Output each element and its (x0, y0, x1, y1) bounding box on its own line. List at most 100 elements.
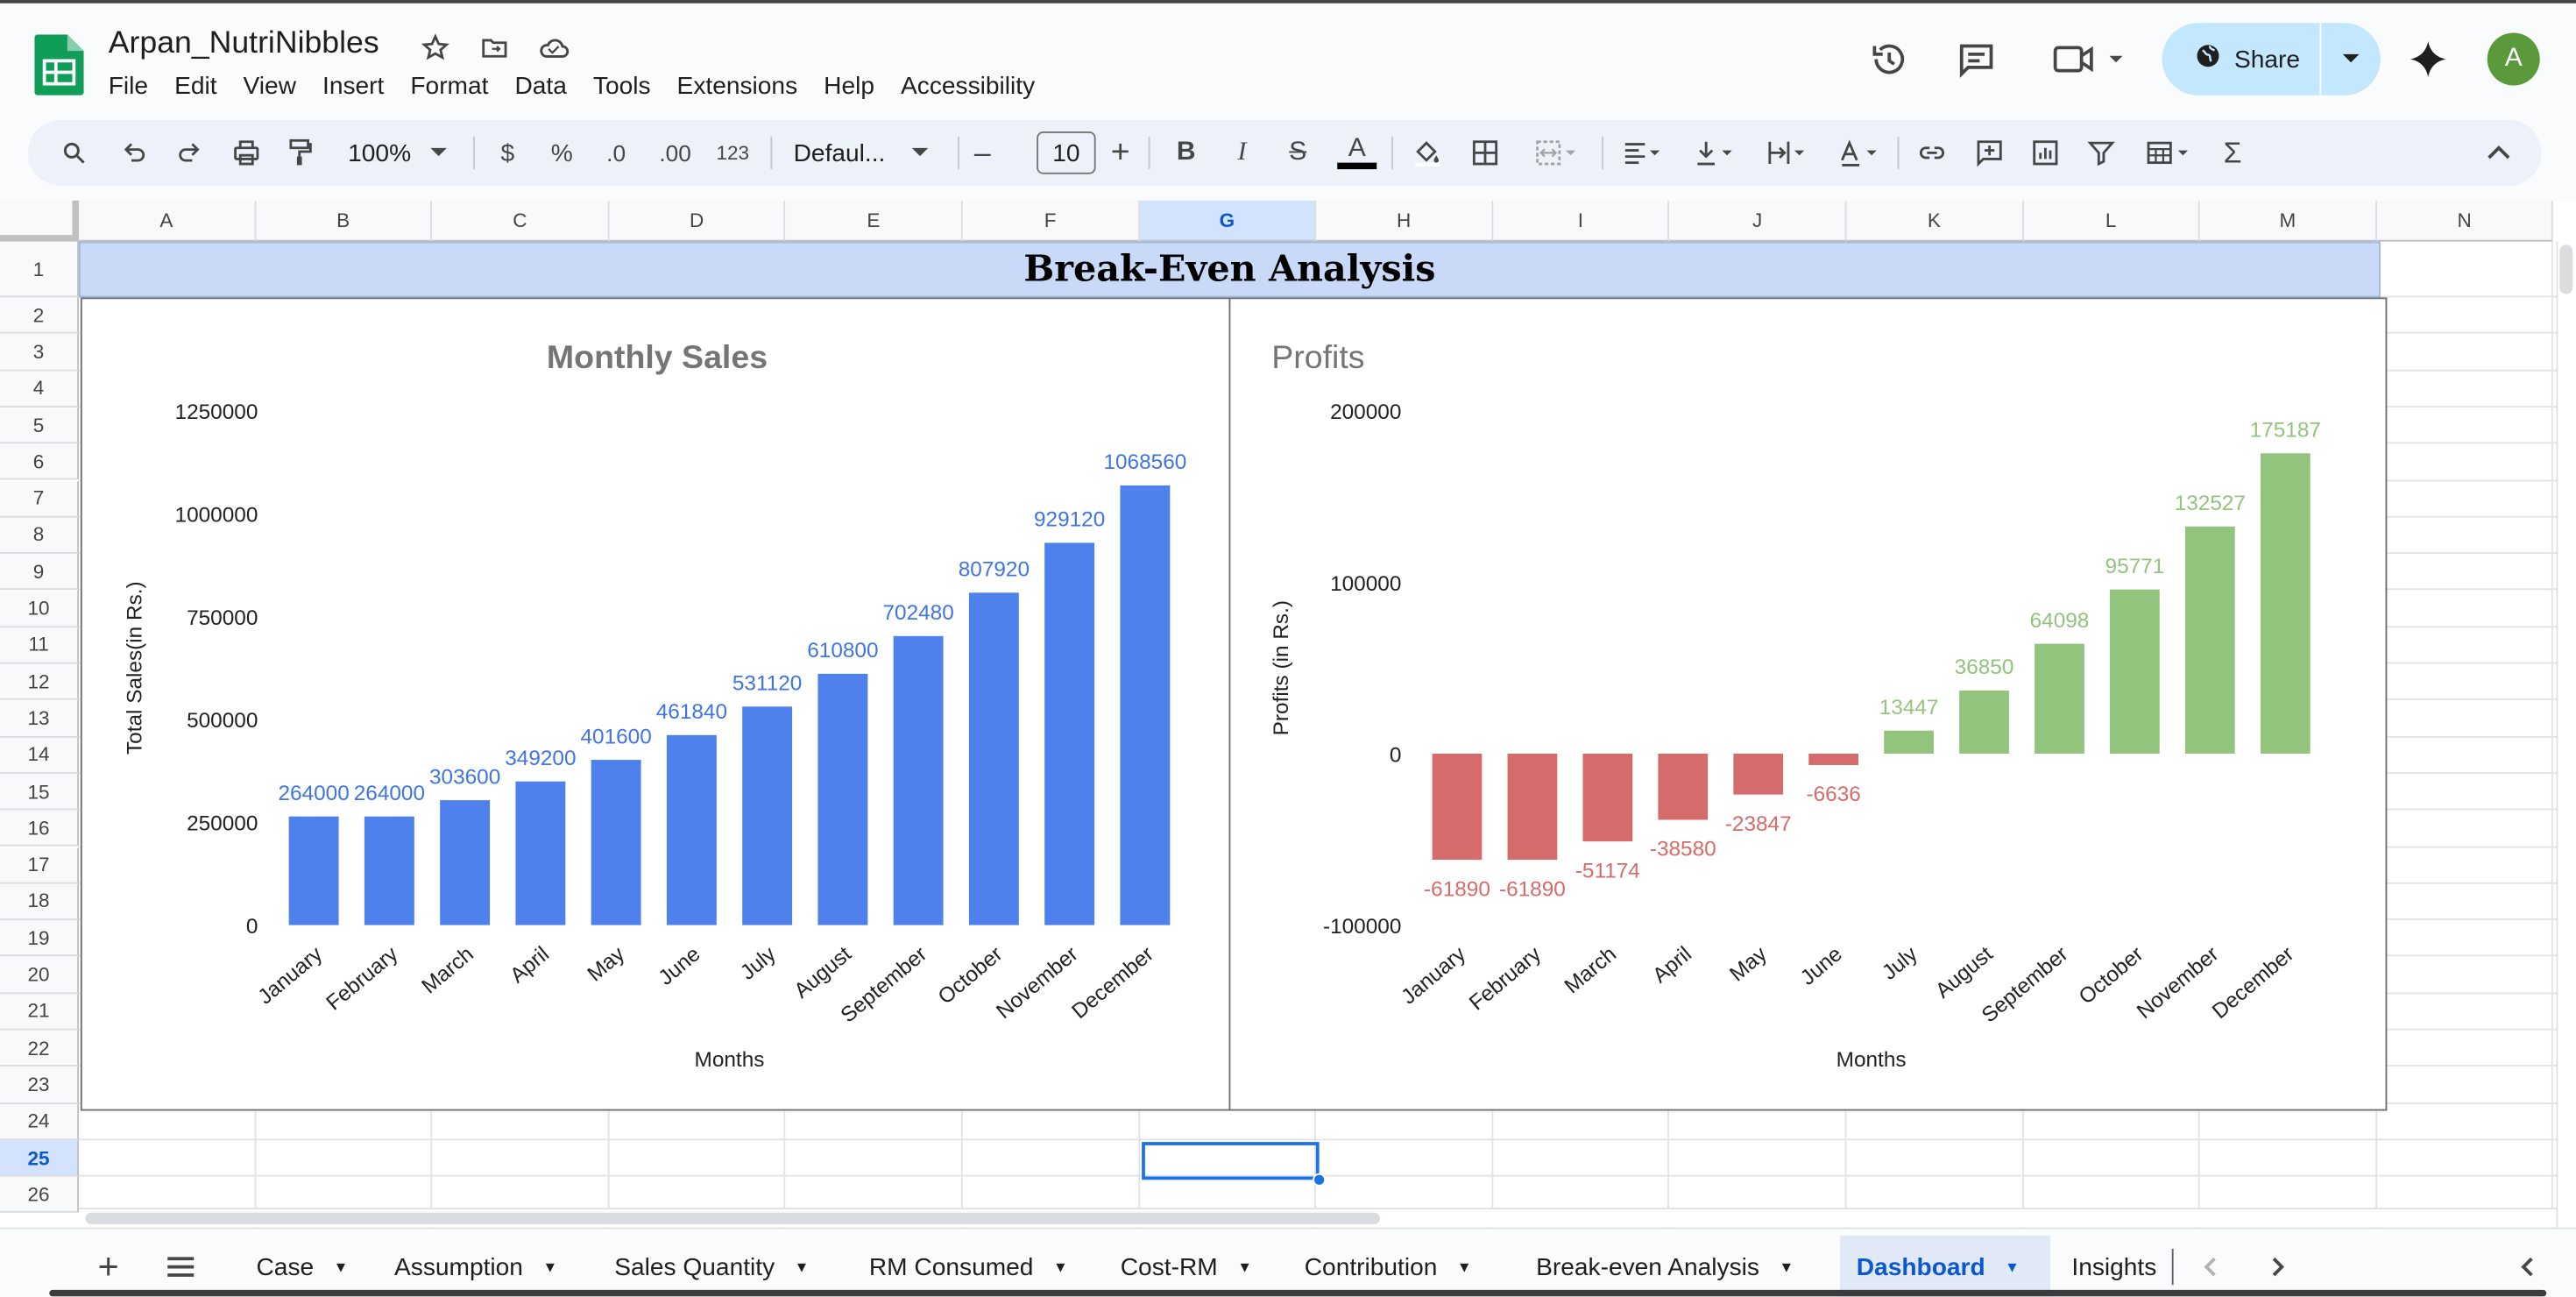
add-sheet-icon[interactable]: + (86, 1236, 132, 1296)
sheet-tab-sales-quantity[interactable]: Sales Quantity ▼ (598, 1236, 826, 1296)
font-size-input[interactable]: 10 (1037, 131, 1096, 174)
currency-format-button[interactable]: $ (490, 120, 526, 186)
spreadsheet-grid[interactable]: ABCDEFGHIJKLMN 1 2 3 4 5 6 7 8 9 10 11 12 13 14 15 16 17… (0, 200, 2576, 1228)
column-header-c[interactable]: C (432, 200, 610, 242)
scroll-tabs-left-icon[interactable] (2191, 1236, 2227, 1296)
sheet-menu-caret-icon[interactable]: ▼ (1779, 1258, 1794, 1275)
row-header-6[interactable]: 6 (0, 443, 79, 481)
column-header-a[interactable]: A (79, 200, 256, 242)
redo-icon[interactable] (166, 120, 212, 186)
menu-insert[interactable]: Insert (309, 69, 397, 103)
menu-file[interactable]: File (96, 69, 161, 103)
sheet-tab-contribution[interactable]: Contribution ▼ (1288, 1236, 1488, 1296)
column-header-e[interactable]: E (785, 200, 963, 242)
column-header-h[interactable]: H (1316, 200, 1493, 242)
sheet-tab-cost-rm[interactable]: Cost-RM ▼ (1104, 1236, 1269, 1296)
borders-icon[interactable] (1466, 120, 1505, 186)
sheets-logo-icon[interactable] (34, 34, 84, 96)
column-header-i[interactable]: I (1492, 200, 1670, 242)
gemini-sparkle-icon[interactable] (2402, 26, 2454, 92)
insert-chart-icon[interactable] (2024, 120, 2067, 186)
scroll-tabs-right-icon[interactable] (2261, 1236, 2296, 1296)
menu-edit[interactable]: Edit (161, 69, 230, 103)
row-header-19[interactable]: 19 (0, 920, 79, 957)
increase-font-size-button[interactable]: + (1106, 120, 1136, 186)
row-header-9[interactable]: 9 (0, 554, 79, 591)
row-header-11[interactable]: 11 (0, 627, 79, 664)
number-format-button[interactable]: 123 (711, 120, 754, 186)
decrease-decimal-button[interactable]: .0 (595, 120, 638, 186)
all-sheets-icon[interactable] (158, 1236, 204, 1296)
insert-comment-icon[interactable] (1968, 120, 2011, 186)
monthly-sales-chart[interactable]: Monthly Sales 0 250000 500000 750000 1000000 1… (80, 297, 1231, 1111)
fill-color-icon[interactable] (1408, 120, 1447, 186)
row-header-21[interactable]: 21 (0, 993, 79, 1031)
undo-icon[interactable] (112, 120, 159, 186)
italic-button[interactable]: I (1224, 120, 1260, 186)
sheet-tab-assumption[interactable]: Assumption ▼ (378, 1236, 574, 1296)
comments-icon[interactable] (1950, 26, 2003, 92)
sheet-menu-caret-icon[interactable]: ▼ (1237, 1258, 1252, 1275)
text-color-button[interactable]: A (1335, 120, 1378, 186)
functions-button[interactable]: Σ (2213, 120, 2253, 186)
strikethrough-button[interactable]: S (1280, 120, 1316, 186)
insert-link-icon[interactable] (1911, 120, 1954, 186)
row-header-25[interactable]: 25 (0, 1140, 79, 1177)
paint-format-icon[interactable] (278, 120, 324, 186)
horizontal-align-icon[interactable] (1611, 120, 1671, 186)
dashboard-banner[interactable]: Break-Even Analysis (79, 241, 2381, 298)
document-title[interactable]: Arpan_NutriNibbles (109, 26, 379, 62)
sheet-tab-insights[interactable]: Insights (2056, 1236, 2174, 1296)
row-header-16[interactable]: 16 (0, 810, 79, 847)
profits-chart[interactable]: Profits -100000 0 100000 200000 Profits (in R… (1228, 297, 2388, 1111)
column-header-l[interactable]: L (2023, 200, 2200, 242)
menu-extensions[interactable]: Extensions (664, 69, 811, 103)
row-header-20[interactable]: 20 (0, 956, 79, 994)
zoom-select[interactable]: 100% (336, 120, 422, 186)
sheet-menu-caret-icon[interactable]: ▼ (2005, 1258, 2020, 1275)
sheet-menu-caret-icon[interactable]: ▼ (542, 1258, 557, 1275)
column-header-f[interactable]: F (962, 200, 1140, 242)
sheet-tab-rm-consumed[interactable]: RM Consumed ▼ (853, 1236, 1084, 1296)
search-menus-icon[interactable] (51, 120, 97, 186)
horizontal-scroll-thumb[interactable] (85, 1212, 1380, 1224)
share-dropdown-icon[interactable] (2321, 53, 2381, 66)
bold-button[interactable]: B (1168, 120, 1204, 186)
text-rotation-icon[interactable] (1829, 120, 1888, 186)
decrease-font-size-button[interactable]: – (967, 120, 997, 186)
menu-tools[interactable]: Tools (580, 69, 664, 103)
side-panel-toggle-icon[interactable] (2509, 1236, 2544, 1296)
filter-icon[interactable] (2080, 120, 2123, 186)
column-header-d[interactable]: D (609, 200, 786, 242)
menu-accessibility[interactable]: Accessibility (888, 69, 1048, 103)
share-button[interactable]: Share (2162, 23, 2381, 96)
row-header-14[interactable]: 14 (0, 737, 79, 774)
merge-cells-icon[interactable] (1523, 120, 1589, 186)
text-wrapping-icon[interactable] (1756, 120, 1815, 186)
sheet-tab-case[interactable]: Case ▼ (240, 1236, 364, 1296)
row-header-22[interactable]: 22 (0, 1030, 79, 1067)
star-icon[interactable] (417, 30, 453, 66)
row-header-2[interactable]: 2 (0, 297, 79, 335)
row-header-4[interactable]: 4 (0, 370, 79, 408)
row-header-15[interactable]: 15 (0, 773, 79, 811)
row-header-12[interactable]: 12 (0, 663, 79, 701)
sheet-menu-caret-icon[interactable]: ▼ (795, 1258, 810, 1275)
column-header-n[interactable]: N (2376, 200, 2554, 242)
vertical-scroll-thumb[interactable] (2559, 245, 2573, 294)
column-header-g[interactable]: G (1139, 200, 1317, 242)
menu-help[interactable]: Help (810, 69, 888, 103)
column-header-b[interactable]: B (255, 200, 433, 242)
sheet-menu-caret-icon[interactable]: ▼ (334, 1258, 349, 1275)
zoom-dropdown-icon[interactable] (426, 120, 452, 186)
sheet-tab-break-even-analysis[interactable]: Break-even Analysis ▼ (1519, 1236, 1810, 1296)
row-header-18[interactable]: 18 (0, 883, 79, 921)
row-header-23[interactable]: 23 (0, 1067, 79, 1104)
row-header-1[interactable]: 1 (0, 241, 79, 298)
cloud-saved-icon[interactable] (535, 30, 571, 66)
row-header-3[interactable]: 3 (0, 334, 79, 371)
column-header-k[interactable]: K (1846, 200, 2024, 242)
vertical-scrollbar[interactable] (2556, 241, 2576, 1228)
menu-view[interactable]: View (230, 69, 309, 103)
move-folder-icon[interactable] (477, 30, 513, 66)
